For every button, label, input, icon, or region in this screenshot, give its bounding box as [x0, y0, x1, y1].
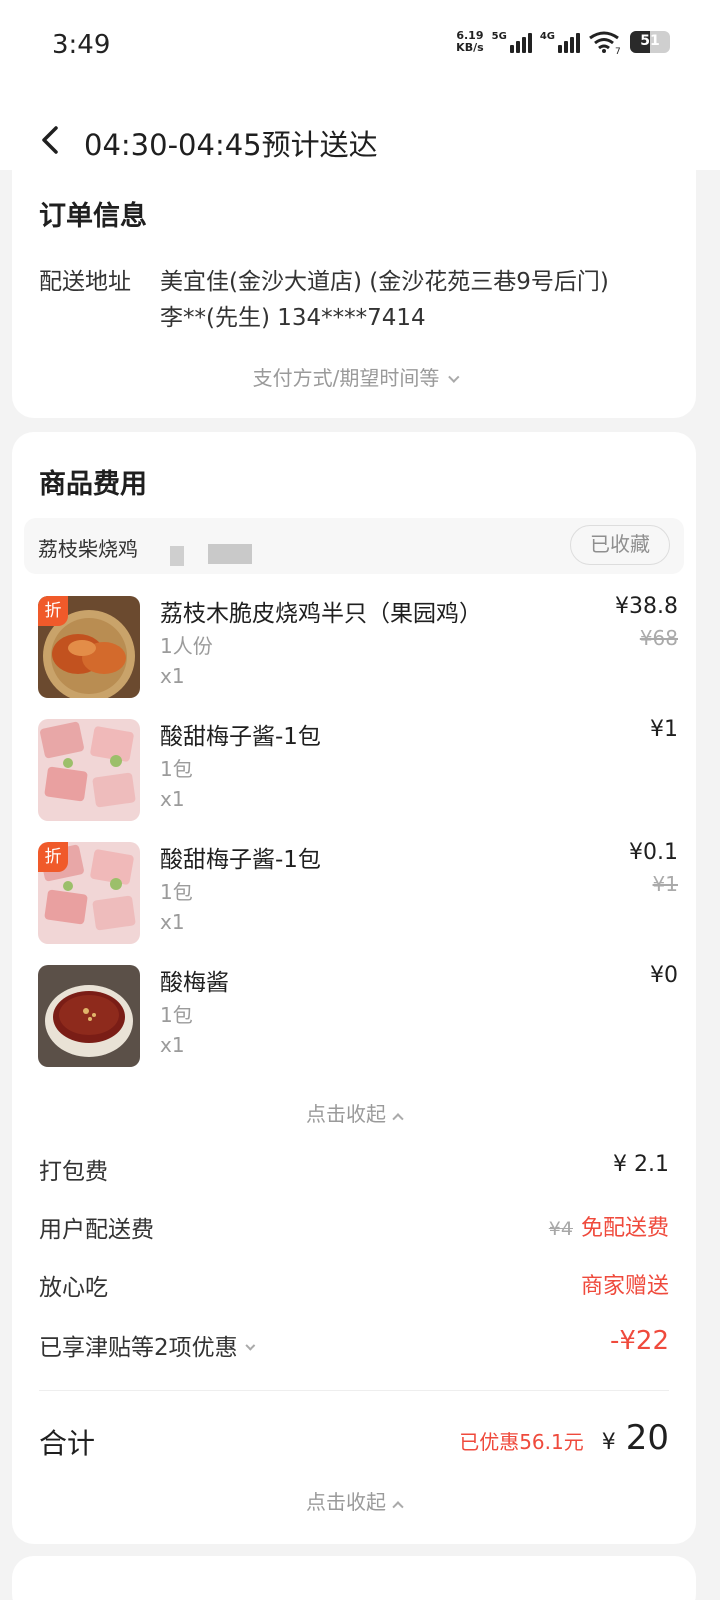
item-quantity: x1 [160, 664, 185, 688]
item-spec: 1人份 [160, 634, 213, 658]
sim1-label: 5G [491, 31, 507, 42]
product-thumbnail [38, 965, 140, 1067]
back-arrow-icon[interactable] [38, 124, 62, 156]
page-title: 04:30-04:45预计送达 [84, 128, 378, 162]
total-value: 20 [625, 1418, 669, 1458]
delivery-fee-free: 免配送费 [580, 1216, 669, 1241]
discount-row[interactable]: 已享津贴等2项优惠 -¥22 [39, 1326, 669, 1368]
item-original-price: ¥1 [652, 872, 678, 896]
network-speed-unit: KB/s [456, 41, 484, 54]
blurred-badge [170, 546, 184, 566]
discount-tag: 折 [38, 842, 68, 872]
delivery-fee-label: 用户配送费 [39, 1217, 154, 1243]
address-line-1: 美宜佳(金沙大道店) (金沙花苑三巷9号后门) [160, 269, 609, 295]
signal-5g-icon: 5G [492, 31, 532, 53]
address-label: 配送地址 [39, 269, 131, 295]
total-currency: ¥ [601, 1430, 616, 1455]
payment-expand-link[interactable]: 支付方式/期望时间等 [12, 362, 696, 391]
item-price: ¥38.8 [615, 594, 678, 619]
list-item[interactable]: 酸甜梅子酱-1包 1包 x1 ¥1 [38, 717, 678, 823]
goods-fee-title: 商品费用 [39, 469, 147, 500]
discount-tag: 折 [38, 596, 68, 626]
item-name: 酸甜梅子酱-1包 [160, 724, 321, 750]
collapse-total-label: 点击收起 [306, 1490, 386, 1514]
collapse-total-link[interactable]: 点击收起 [12, 1486, 696, 1515]
signal-4g-icon: 4G [540, 31, 580, 53]
payment-expand-label: 支付方式/期望时间等 [252, 366, 440, 390]
total-amount: 已优惠56.1元 ¥20 [459, 1418, 669, 1458]
delivery-fee-original: ¥4 [548, 1218, 573, 1240]
chevron-up-icon [392, 1500, 404, 1512]
chevron-down-icon [245, 1340, 255, 1351]
favorite-button[interactable]: 已收藏 [570, 525, 670, 565]
packing-fee-label: 打包费 [39, 1159, 108, 1185]
chevron-down-icon [448, 371, 460, 383]
list-item[interactable]: 折 酸甜梅子酱-1包 1包 x1 ¥0.1 ¥1 [38, 840, 678, 946]
total-saved: 已优惠56.1元 [459, 1430, 584, 1454]
network-speed: 6.19 KB/s [456, 30, 483, 54]
item-price: ¥0 [650, 963, 678, 988]
wifi-icon: 7 [589, 31, 621, 54]
shop-name: 荔枝柴烧鸡 [38, 537, 138, 561]
collapse-items-label: 点击收起 [306, 1102, 386, 1126]
item-name: 荔枝木脆皮烧鸡半只（果园鸡） [160, 601, 482, 627]
item-quantity: x1 [160, 787, 185, 811]
shop-row[interactable]: 荔枝柴烧鸡 已收藏 [24, 518, 684, 574]
blurred-badge [208, 544, 252, 564]
item-name: 酸梅酱 [160, 970, 229, 996]
item-price: ¥0.1 [629, 840, 678, 865]
item-quantity: x1 [160, 1033, 185, 1057]
assurance-row: 放心吃 商家赠送 [39, 1268, 669, 1308]
address-line-2: 李**(先生) 134****7414 [160, 305, 426, 331]
discount-value: -¥22 [609, 1326, 669, 1356]
next-card [12, 1556, 696, 1600]
status-icons: 6.19 KB/s 5G 4G 7 51 [456, 30, 670, 54]
goods-fee-card: 商品费用 荔枝柴烧鸡 已收藏 折 荔枝木脆皮烧鸡半只（果园鸡） 1人份 x1 ¥… [12, 432, 696, 1544]
assurance-label: 放心吃 [39, 1275, 108, 1301]
product-thumbnail [38, 719, 140, 821]
delivery-fee-value: ¥4 免配送费 [549, 1210, 669, 1242]
item-quantity: x1 [160, 910, 185, 934]
status-time: 3:49 [52, 30, 111, 60]
battery-level: 51 [640, 33, 660, 49]
product-thumbnail: 折 [38, 842, 140, 944]
total-label: 合计 [39, 1427, 96, 1460]
chevron-up-icon [392, 1112, 404, 1124]
item-original-price: ¥68 [639, 626, 678, 650]
wifi-sub-label: 7 [615, 47, 621, 54]
item-name: 酸甜梅子酱-1包 [160, 847, 321, 873]
item-spec: 1包 [160, 1003, 193, 1027]
battery-icon: 51 [630, 31, 670, 53]
order-info-card: 订单信息 配送地址 美宜佳(金沙大道店) (金沙花苑三巷9号后门) 李**(先生… [12, 160, 696, 418]
packing-fee-value: ¥ 2.1 [613, 1152, 669, 1177]
discount-label: 已享津贴等2项优惠 [39, 1328, 255, 1362]
list-item[interactable]: 酸梅酱 1包 x1 ¥0 [38, 963, 678, 1069]
packing-fee-row: 打包费 ¥ 2.1 [39, 1152, 669, 1192]
order-info-title: 订单信息 [39, 201, 147, 232]
delivery-fee-row: 用户配送费 ¥4 免配送费 [39, 1210, 669, 1250]
collapse-items-link[interactable]: 点击收起 [12, 1098, 696, 1127]
item-price: ¥1 [650, 717, 678, 742]
assurance-value: 商家赠送 [580, 1274, 669, 1299]
list-item[interactable]: 折 荔枝木脆皮烧鸡半只（果园鸡） 1人份 x1 ¥38.8 ¥68 [38, 594, 678, 700]
status-bar: 3:49 6.19 KB/s 5G 4G 7 51 [0, 0, 720, 90]
discount-label-text: 已享津贴等2项优惠 [39, 1335, 238, 1361]
sim2-label: 4G [539, 31, 555, 42]
product-thumbnail: 折 [38, 596, 140, 698]
item-spec: 1包 [160, 757, 193, 781]
item-spec: 1包 [160, 880, 193, 904]
divider [39, 1390, 669, 1391]
